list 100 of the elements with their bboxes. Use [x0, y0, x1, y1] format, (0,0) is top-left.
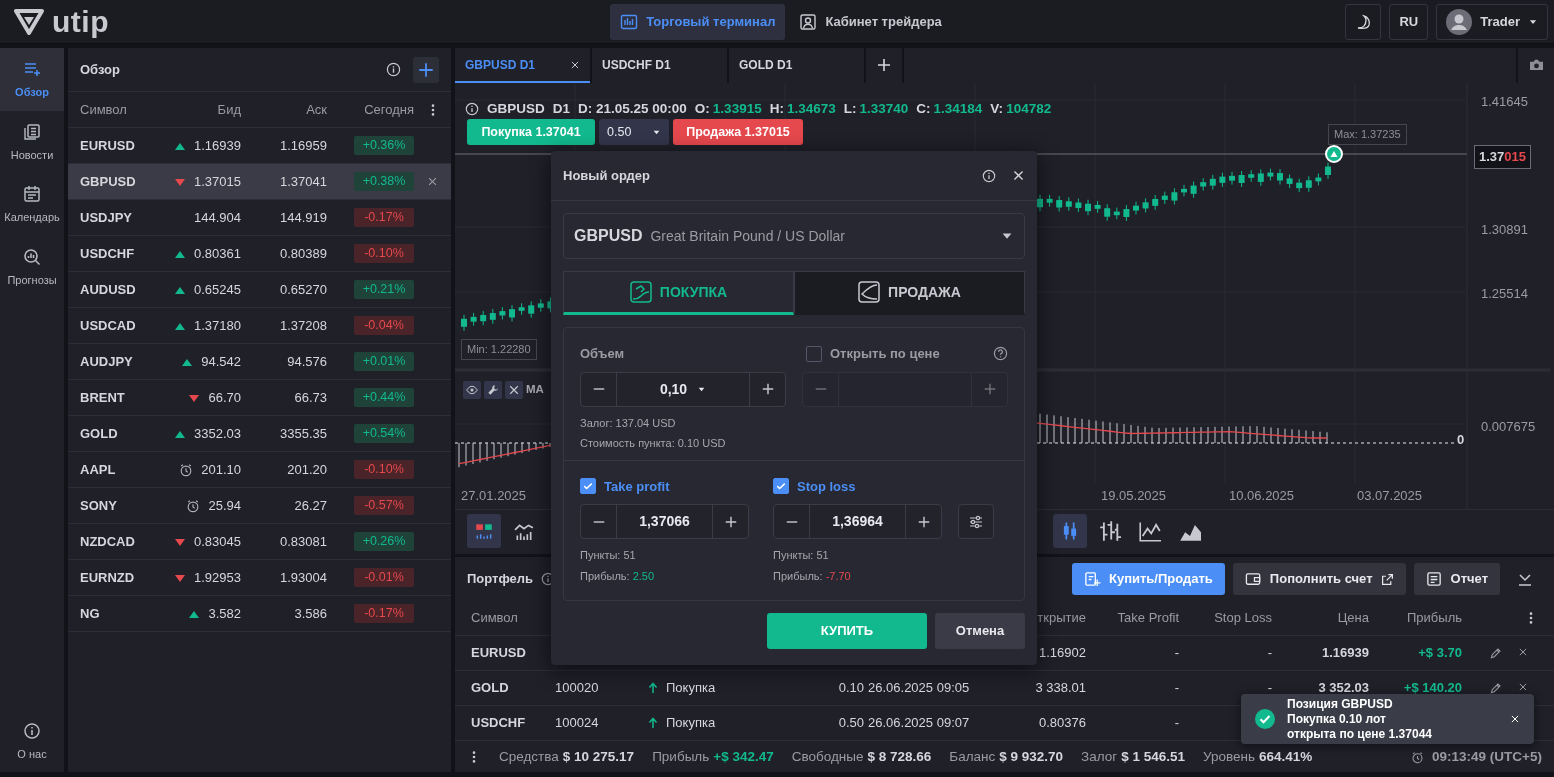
stop-loss-stepper[interactable]: 1,36964: [773, 504, 942, 539]
candle: [1296, 178, 1303, 193]
cancel-button[interactable]: Отмена: [935, 613, 1025, 649]
sidebar-item[interactable]: Календарь: [0, 173, 64, 236]
volume-stepper[interactable]: 0,10: [580, 371, 786, 407]
report-button[interactable]: Отчет: [1413, 563, 1500, 595]
symbol-select[interactable]: GBPUSD Great Britain Pound / US Dollar: [563, 213, 1025, 259]
column-header: Бид: [216, 100, 241, 119]
watchlist-row[interactable]: GOLD 3352.03 3355.35 +0.54%: [68, 416, 451, 452]
change-badge: +0.26%: [354, 532, 414, 551]
symbol-name: EURUSD: [470, 644, 527, 663]
watchlist-row[interactable]: NG 3.582 3.586 -0.17%: [68, 596, 451, 632]
info-text: Прибыль: -7.70: [773, 568, 852, 584]
plus-icon[interactable]: [916, 514, 931, 529]
close-icon[interactable]: [1012, 169, 1025, 182]
watchlist-row[interactable]: AAPL 201.10 201.20 -0.10%: [68, 452, 451, 488]
table-cell-text: +$ 3.70: [1417, 644, 1463, 663]
notification-text: Покупка 0.10 лот: [1287, 711, 1387, 727]
status-value: +$ 342.47: [713, 747, 774, 766]
language-button[interactable]: RU: [1389, 3, 1429, 40]
status-value: $ 9 932.70: [999, 747, 1064, 766]
column-header: Цена: [1336, 609, 1370, 628]
up-arrow-icon: [648, 717, 658, 729]
watchlist-row[interactable]: USDJPY 144.904 144.919 -0.17%: [68, 200, 451, 236]
price-label: 1.25514: [1481, 285, 1528, 303]
user-menu-button[interactable]: Trader: [1436, 3, 1548, 40]
chart-tab[interactable]: USDCHF D1: [592, 48, 727, 83]
ask-price: 201.20: [286, 460, 327, 479]
sell-button[interactable]: Продажа 1.37015: [673, 119, 803, 145]
pencil-icon[interactable]: [1488, 646, 1502, 660]
checkbox[interactable]: [806, 345, 822, 362]
candle: [1104, 203, 1111, 222]
sidebar-item[interactable]: Обзор: [0, 48, 64, 111]
table-cell-text: +$ 140.20: [1402, 679, 1463, 698]
deposit-button[interactable]: Пополнить счет: [1232, 563, 1406, 595]
date-label: 19.05.2025: [1101, 487, 1167, 505]
help-icon[interactable]: [993, 346, 1008, 362]
side-tab[interactable]: ПОКУПКА: [563, 271, 794, 315]
bid-price: 66.70: [208, 388, 241, 407]
candle: [1286, 173, 1293, 189]
theme-button[interactable]: [1345, 3, 1382, 40]
watchlist-row[interactable]: USDCAD 1.37180 1.37208 -0.04%: [68, 308, 451, 344]
close-icon[interactable]: [1517, 681, 1528, 692]
order-type: Покупка: [666, 714, 716, 733]
watchlist-row[interactable]: SONY 25.94 26.27 -0.57%: [68, 488, 451, 524]
indicator-value: 0.007675: [1481, 418, 1536, 436]
info-text: Пункты: 51: [580, 548, 637, 563]
change-badge: +0.54%: [354, 424, 414, 443]
watchlist-row[interactable]: EURNZD 1.92953 1.93004 -0.01%: [68, 560, 451, 596]
nav-tab[interactable]: Торговый терминал: [610, 3, 786, 40]
watchlist-row[interactable]: AUDJPY 94.542 94.576 +0.01%: [68, 344, 451, 380]
indicator-name: MA: [526, 382, 544, 398]
sidebar-item[interactable]: Новости: [0, 110, 64, 173]
change-badge: -0.10%: [354, 460, 414, 479]
sidebar-item[interactable]: Прогнозы: [0, 235, 64, 298]
status-value: $ 1 546.51: [1121, 747, 1185, 766]
close-icon[interactable]: [508, 384, 520, 396]
status-value: $ 10 275.17: [562, 747, 635, 766]
new-tab-button[interactable]: [866, 48, 902, 83]
ask-price: 3355.35: [279, 424, 327, 443]
status-value: 664.41%: [1259, 747, 1313, 766]
candle: [1229, 171, 1235, 186]
clock-icon: [1411, 750, 1425, 764]
min-label: Min: 1.22280: [461, 339, 537, 360]
close-icon[interactable]: [570, 59, 580, 70]
plus-icon[interactable]: [760, 382, 775, 396]
info-icon[interactable]: [982, 168, 996, 183]
settings-button[interactable]: [958, 504, 994, 539]
external-link-icon: [1380, 572, 1394, 586]
date-label: 03.07.2025: [1357, 487, 1423, 505]
candle: [1037, 194, 1043, 212]
symbol-name: GBPUSD: [80, 172, 137, 191]
watchlist-row[interactable]: NZDCAD 0.83045 0.83081 +0.26%: [68, 524, 451, 560]
watchlist-row[interactable]: AUDUSD 0.65245 0.65270 +0.21%: [68, 272, 451, 308]
nav-tab[interactable]: Кабинет трейдера: [789, 3, 952, 40]
chart-symbol: GBPUSD: [487, 100, 545, 118]
info-icon[interactable]: [465, 102, 479, 117]
plus-icon[interactable]: [723, 514, 738, 529]
side-tab[interactable]: ПРОДАЖА: [794, 271, 1025, 315]
wrench-icon[interactable]: [487, 384, 499, 396]
info-icon[interactable]: [386, 62, 401, 77]
ohlc-label: O:: [694, 100, 710, 118]
add-symbol-button[interactable]: [413, 56, 439, 83]
sidebar-item[interactable]: О нас: [0, 709, 64, 772]
screenshot-button[interactable]: [1518, 48, 1554, 83]
candle: [1219, 172, 1226, 188]
pencil-icon[interactable]: [1488, 681, 1502, 695]
close-icon[interactable]: [1517, 646, 1528, 657]
symbol-name: BRENT: [80, 388, 126, 407]
eye-icon[interactable]: [466, 384, 478, 396]
lot-dropdown[interactable]: 0.50: [599, 119, 669, 145]
candle: [1123, 204, 1130, 222]
watchlist-row[interactable]: BRENT 66.70 66.73 +0.44%: [68, 380, 451, 416]
chart-tab[interactable]: GBPUSD D1: [455, 48, 590, 83]
ask-price: 0.83081: [279, 532, 327, 551]
take-profit-stepper[interactable]: 1,37066: [580, 504, 749, 539]
watchlist-row[interactable]: USDCHF 0.80361 0.80389 -0.10%: [68, 236, 451, 272]
watchlist-row[interactable]: GBPUSD 1.37015 1.37041 +0.38%: [68, 164, 451, 200]
chart-tab[interactable]: GOLD D1: [729, 48, 864, 83]
price-label: 1.41645: [1481, 93, 1528, 111]
